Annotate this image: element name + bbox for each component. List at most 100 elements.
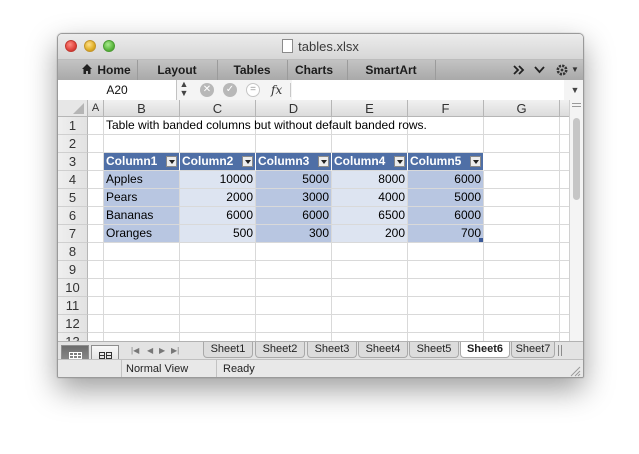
gear-icon[interactable] xyxy=(555,63,569,77)
grid-cell[interactable] xyxy=(88,315,104,333)
grid-cell[interactable] xyxy=(88,135,104,153)
table-cell[interactable]: 6000 xyxy=(256,207,332,225)
grid-cell[interactable] xyxy=(332,333,408,341)
grid-cell[interactable] xyxy=(332,243,408,261)
vertical-scrollbar[interactable] xyxy=(569,100,583,341)
column-header[interactable]: G xyxy=(484,100,560,117)
sheet-tab[interactable]: Sheet5 xyxy=(409,342,459,358)
grid-cell[interactable] xyxy=(104,297,180,315)
vertical-scroll-thumb[interactable] xyxy=(573,118,580,200)
grid-cell[interactable] xyxy=(180,297,256,315)
table-cell[interactable]: 2000 xyxy=(180,189,256,207)
grid-cell[interactable] xyxy=(104,135,180,153)
grid-cell[interactable] xyxy=(88,153,104,171)
select-all-corner[interactable] xyxy=(58,100,88,117)
name-box[interactable]: A20 xyxy=(58,80,177,100)
grid-cell[interactable] xyxy=(408,243,484,261)
grid-cell[interactable] xyxy=(88,243,104,261)
grid-cell[interactable] xyxy=(256,315,332,333)
grid-cell[interactable] xyxy=(256,279,332,297)
sheet-tab[interactable]: Sheet7 xyxy=(511,342,555,358)
grid-cell[interactable] xyxy=(88,225,104,243)
formula-expand-icon[interactable]: ▼ xyxy=(568,80,582,100)
sheet-tab[interactable]: Sheet2 xyxy=(255,342,305,358)
table-cell[interactable]: Oranges xyxy=(104,225,180,243)
table-header-cell[interactable]: Column5 xyxy=(408,153,484,171)
table-cell[interactable]: 200 xyxy=(332,225,408,243)
grid-cell[interactable] xyxy=(560,279,569,297)
first-sheet-icon[interactable]: |◀ xyxy=(131,342,139,359)
grid-cell[interactable] xyxy=(88,333,104,341)
grid-cell[interactable] xyxy=(88,171,104,189)
table-header-cell[interactable]: Column4 xyxy=(332,153,408,171)
tab-tables[interactable]: Tables xyxy=(218,60,286,80)
grid-cell[interactable] xyxy=(560,297,569,315)
column-header[interactable]: C xyxy=(180,100,256,117)
grid-cell[interactable] xyxy=(408,279,484,297)
cell-b1-title[interactable]: Table with banded columns but without de… xyxy=(104,117,564,135)
grid-cell[interactable] xyxy=(484,279,560,297)
grid-cell[interactable] xyxy=(88,189,104,207)
grid-cell[interactable] xyxy=(408,333,484,341)
grid-cell[interactable] xyxy=(560,225,569,243)
grid-cell[interactable] xyxy=(408,261,484,279)
row-header[interactable]: 10 xyxy=(58,279,88,297)
table-cell[interactable]: Pears xyxy=(104,189,180,207)
row-header[interactable]: 6 xyxy=(58,207,88,225)
row-header[interactable]: 13 xyxy=(58,333,88,341)
grid-cell[interactable] xyxy=(180,315,256,333)
table-header-cell[interactable]: Column1 xyxy=(104,153,180,171)
grid-cell[interactable] xyxy=(332,297,408,315)
table-cell[interactable]: 10000 xyxy=(180,171,256,189)
formula-input[interactable] xyxy=(292,80,564,100)
sheet-tab[interactable]: Sheet4 xyxy=(358,342,408,358)
tab-home[interactable]: Home xyxy=(94,60,134,80)
grid-cell[interactable] xyxy=(408,135,484,153)
table-cell[interactable]: Apples xyxy=(104,171,180,189)
next-sheet-icon[interactable]: ▶ xyxy=(159,342,165,359)
table-cell[interactable]: 700 xyxy=(408,225,484,243)
previous-sheet-icon[interactable]: ◀ xyxy=(147,342,153,359)
function-wizard-icon[interactable]: = xyxy=(246,83,260,97)
grid-cell[interactable] xyxy=(88,297,104,315)
grid-cell[interactable] xyxy=(332,261,408,279)
name-box-stepper[interactable]: ▲ ▼ xyxy=(176,80,192,100)
grid-cell[interactable] xyxy=(88,117,104,135)
worksheet-grid[interactable]: A B C D E F G 1 2 3 4 5 6 7 8 9 10 11 12… xyxy=(58,100,569,341)
grid-cell[interactable] xyxy=(104,315,180,333)
table-cell[interactable]: 4000 xyxy=(332,189,408,207)
settings-dropdown-arrow[interactable]: ▼ xyxy=(571,60,579,80)
grid-cell[interactable] xyxy=(104,333,180,341)
grid-cell[interactable] xyxy=(256,333,332,341)
grid-cell[interactable] xyxy=(560,171,569,189)
grid-cell[interactable] xyxy=(256,261,332,279)
grid-cell[interactable] xyxy=(256,297,332,315)
grid-cell[interactable] xyxy=(560,261,569,279)
table-cell[interactable]: 6000 xyxy=(408,207,484,225)
grid-cell[interactable] xyxy=(484,261,560,279)
grid-cell[interactable] xyxy=(484,171,560,189)
grid-cell[interactable] xyxy=(104,279,180,297)
grid-cell[interactable] xyxy=(332,315,408,333)
row-header[interactable]: 5 xyxy=(58,189,88,207)
table-cell[interactable]: 3000 xyxy=(256,189,332,207)
column-header[interactable] xyxy=(560,100,569,117)
filter-dropdown-icon[interactable] xyxy=(470,156,481,167)
grid-cell[interactable] xyxy=(484,243,560,261)
table-resize-handle[interactable] xyxy=(479,238,483,242)
grid-cell[interactable] xyxy=(180,279,256,297)
column-header[interactable]: D xyxy=(256,100,332,117)
row-header[interactable]: 11 xyxy=(58,297,88,315)
row-header[interactable]: 8 xyxy=(58,243,88,261)
grid-cell[interactable] xyxy=(180,135,256,153)
table-cell[interactable]: 6000 xyxy=(180,207,256,225)
table-cell[interactable]: 6500 xyxy=(332,207,408,225)
grid-cell[interactable] xyxy=(88,279,104,297)
chevron-down-icon[interactable] xyxy=(534,66,545,74)
table-cell[interactable]: 500 xyxy=(180,225,256,243)
grid-cell[interactable] xyxy=(88,207,104,225)
grid-cell[interactable] xyxy=(88,261,104,279)
grid-cell[interactable] xyxy=(104,261,180,279)
table-cell[interactable]: 5000 xyxy=(408,189,484,207)
grid-cell[interactable] xyxy=(484,225,560,243)
